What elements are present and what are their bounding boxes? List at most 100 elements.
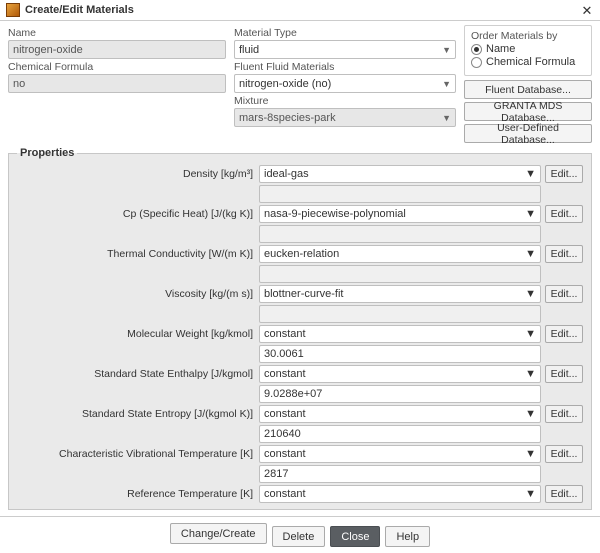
- chevron-down-icon: ▼: [442, 79, 451, 89]
- property-method-value: constant: [264, 408, 306, 420]
- property-method-value: constant: [264, 368, 306, 380]
- property-method-value: blottner-curve-fit: [264, 288, 343, 300]
- property-value-row: .9.0288e+07.: [17, 385, 583, 403]
- property-value-row: ..: [17, 305, 583, 323]
- property-method-select[interactable]: constant ▼: [259, 485, 541, 503]
- chevron-down-icon: ▼: [525, 368, 536, 380]
- formula-label: Chemical Formula: [8, 61, 226, 73]
- fluid-materials-value: nitrogen-oxide (no): [239, 78, 331, 90]
- property-row: Characteristic Vibrational Temperature […: [17, 445, 583, 463]
- order-by-name-radio[interactable]: Name: [471, 43, 585, 55]
- property-row: Cp (Specific Heat) [J/(kg K)]nasa-9-piec…: [17, 205, 583, 223]
- property-value-input[interactable]: [259, 185, 541, 203]
- property-row: Viscosity [kg/(m s)] blottner-curve-fit ▼ E…: [17, 285, 583, 303]
- edit-button[interactable]: Edit...: [545, 485, 583, 503]
- edit-button[interactable]: Edit...: [545, 285, 583, 303]
- app-icon: [6, 3, 20, 17]
- edit-button[interactable]: Edit...: [545, 205, 583, 223]
- property-method-value: constant: [264, 448, 306, 460]
- property-value-row: ..: [17, 265, 583, 283]
- formula-input[interactable]: no: [8, 74, 226, 93]
- property-method-value: ideal-gas: [264, 168, 309, 180]
- property-row: Standard State Entropy [J/(kgmol K)]cons…: [17, 405, 583, 423]
- chevron-down-icon: ▼: [442, 45, 451, 55]
- type-column: Material Type fluid ▼ Fluent Fluid Mater…: [234, 25, 456, 143]
- window-title: Create/Edit Materials: [25, 4, 134, 16]
- property-value: 210640: [264, 428, 301, 440]
- property-method-select[interactable]: constant ▼: [259, 405, 541, 423]
- name-label: Name: [8, 27, 226, 39]
- property-value-input[interactable]: 210640: [259, 425, 541, 443]
- property-method-select[interactable]: blottner-curve-fit ▼: [259, 285, 541, 303]
- order-by-name-label: Name: [486, 43, 515, 55]
- property-method-select[interactable]: constant▼: [259, 445, 541, 463]
- property-method-select[interactable]: nasa-9-piecewise-polynomial▼: [259, 205, 541, 223]
- edit-button[interactable]: Edit...: [545, 165, 583, 183]
- property-value-input[interactable]: 2817: [259, 465, 541, 483]
- property-value-row: .2817.: [17, 465, 583, 483]
- fluent-database-button[interactable]: Fluent Database...: [464, 80, 592, 99]
- property-value-input[interactable]: 30.0061: [259, 345, 541, 363]
- property-value-row: ..: [17, 225, 583, 243]
- property-method-select[interactable]: ideal-gas▼: [259, 165, 541, 183]
- property-method-select[interactable]: constant ▼: [259, 365, 541, 383]
- fluid-materials-select[interactable]: nitrogen-oxide (no) ▼: [234, 74, 456, 93]
- properties-group: Properties Density [kg/m³]ideal-gas▼Edit…: [8, 147, 592, 510]
- property-row: Density [kg/m³]ideal-gas▼Edit...: [17, 165, 583, 183]
- property-label: Viscosity [kg/(m s)]: [17, 288, 259, 300]
- mixture-label: Mixture: [234, 95, 456, 107]
- chevron-down-icon: ▼: [525, 328, 536, 340]
- property-value: 9.0288e+07: [264, 388, 322, 400]
- property-row: Molecular Weight [kg/kmol]constant▼Edit.…: [17, 325, 583, 343]
- order-by-formula-radio[interactable]: Chemical Formula: [471, 56, 585, 68]
- edit-button[interactable]: Edit...: [545, 405, 583, 423]
- chevron-down-icon: ▼: [442, 113, 451, 123]
- property-method-select[interactable]: constant▼: [259, 325, 541, 343]
- material-type-value: fluid: [239, 44, 259, 56]
- edit-button[interactable]: Edit...: [545, 245, 583, 263]
- edit-button[interactable]: Edit...: [545, 445, 583, 463]
- radio-icon: [471, 44, 482, 55]
- user-database-button[interactable]: User-Defined Database...: [464, 124, 592, 143]
- chevron-down-icon: ▼: [525, 488, 536, 500]
- property-value: 2817: [264, 468, 288, 480]
- fluid-materials-label: Fluent Fluid Materials: [234, 61, 456, 73]
- property-value-input[interactable]: [259, 265, 541, 283]
- properties-legend: Properties: [17, 147, 77, 159]
- property-method-select[interactable]: eucken-relation▼: [259, 245, 541, 263]
- property-value-row: .30.0061.: [17, 345, 583, 363]
- property-value-row: .210640.: [17, 425, 583, 443]
- property-row: Thermal Conductivity [W/(m K)]eucken-rel…: [17, 245, 583, 263]
- granta-database-button[interactable]: GRANTA MDS Database...: [464, 102, 592, 121]
- order-by-formula-label: Chemical Formula: [486, 56, 575, 68]
- property-label: Density [kg/m³]: [17, 168, 259, 180]
- help-button[interactable]: Help: [385, 526, 430, 547]
- change-create-button[interactable]: Change/Create: [170, 523, 267, 544]
- property-method-value: constant: [264, 488, 306, 500]
- close-icon[interactable]: ✕: [580, 3, 594, 17]
- property-value-input[interactable]: [259, 305, 541, 323]
- titlebar: Create/Edit Materials ✕: [0, 0, 600, 21]
- property-value-input[interactable]: [259, 225, 541, 243]
- chevron-down-icon: ▼: [525, 408, 536, 420]
- dialog-footer: Change/Create Delete Close Help: [0, 516, 600, 553]
- radio-icon: [471, 57, 482, 68]
- chevron-down-icon: ▼: [525, 288, 536, 300]
- properties-scroll[interactable]: Density [kg/m³]ideal-gas▼Edit.....Cp (Sp…: [17, 165, 583, 503]
- order-by-group: Order Materials by Name Chemical Formula: [464, 25, 592, 76]
- edit-button[interactable]: Edit...: [545, 325, 583, 343]
- property-label: Standard State Entropy [J/(kgmol K)]: [17, 408, 259, 420]
- property-method-value: nasa-9-piecewise-polynomial: [264, 208, 406, 220]
- close-button[interactable]: Close: [330, 526, 380, 547]
- mixture-select[interactable]: mars-8species-park ▼: [234, 108, 456, 127]
- chevron-down-icon: ▼: [525, 248, 536, 260]
- name-input[interactable]: nitrogen-oxide: [8, 40, 226, 59]
- property-value-input[interactable]: 9.0288e+07: [259, 385, 541, 403]
- property-row: Standard State Enthalpy [J/kgmol]constan…: [17, 365, 583, 383]
- material-type-select[interactable]: fluid ▼: [234, 40, 456, 59]
- edit-button[interactable]: Edit...: [545, 365, 583, 383]
- property-label: Standard State Enthalpy [J/kgmol]: [17, 368, 259, 380]
- top-panel: Name nitrogen-oxide Chemical Formula no …: [0, 21, 600, 143]
- order-by-label: Order Materials by: [471, 30, 585, 42]
- delete-button[interactable]: Delete: [272, 526, 326, 547]
